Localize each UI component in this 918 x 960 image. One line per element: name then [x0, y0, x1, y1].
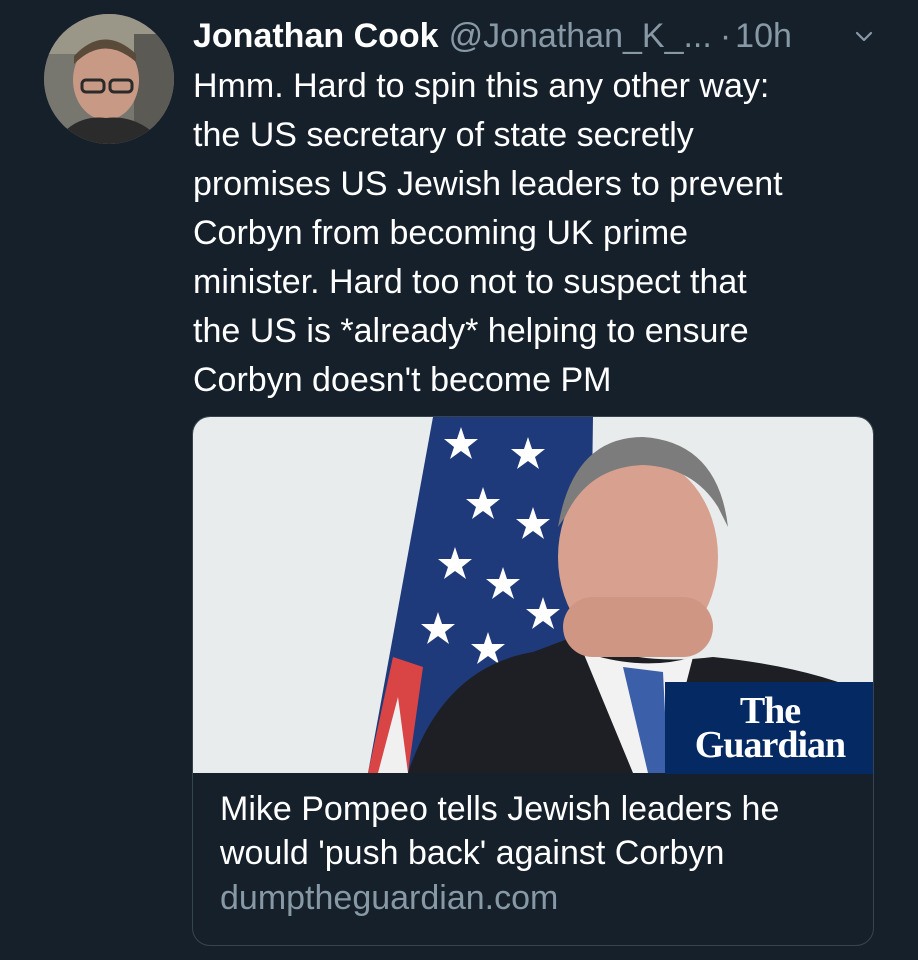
logo-the: The — [739, 690, 801, 732]
logo-guardian: Guardian — [694, 724, 846, 766]
card-domain: dumptheguardian.com — [220, 879, 559, 917]
card-title: Mike Pompeo tells Jewish leaders he woul… — [220, 790, 780, 872]
author-handle[interactable]: @Jonathan_K_... — [449, 17, 712, 56]
tweet-header: Jonathan Cook @Jonathan_K_... · 10h — [193, 14, 893, 58]
avatar[interactable] — [44, 14, 174, 144]
guardian-logo: The Guardian — [665, 682, 873, 774]
card-image: The Guardian — [193, 417, 873, 774]
avatar-photo — [44, 14, 174, 144]
author-name[interactable]: Jonathan Cook — [193, 17, 439, 56]
timestamp[interactable]: 10h — [735, 17, 792, 56]
chevron-down-icon[interactable] — [854, 26, 874, 46]
tweet-text: Hmm. Hard to spin this any other way: th… — [193, 67, 783, 399]
link-card[interactable]: The Guardian Mike Pompeo tells Jewish le… — [192, 416, 874, 946]
separator-dot: · — [719, 16, 732, 55]
